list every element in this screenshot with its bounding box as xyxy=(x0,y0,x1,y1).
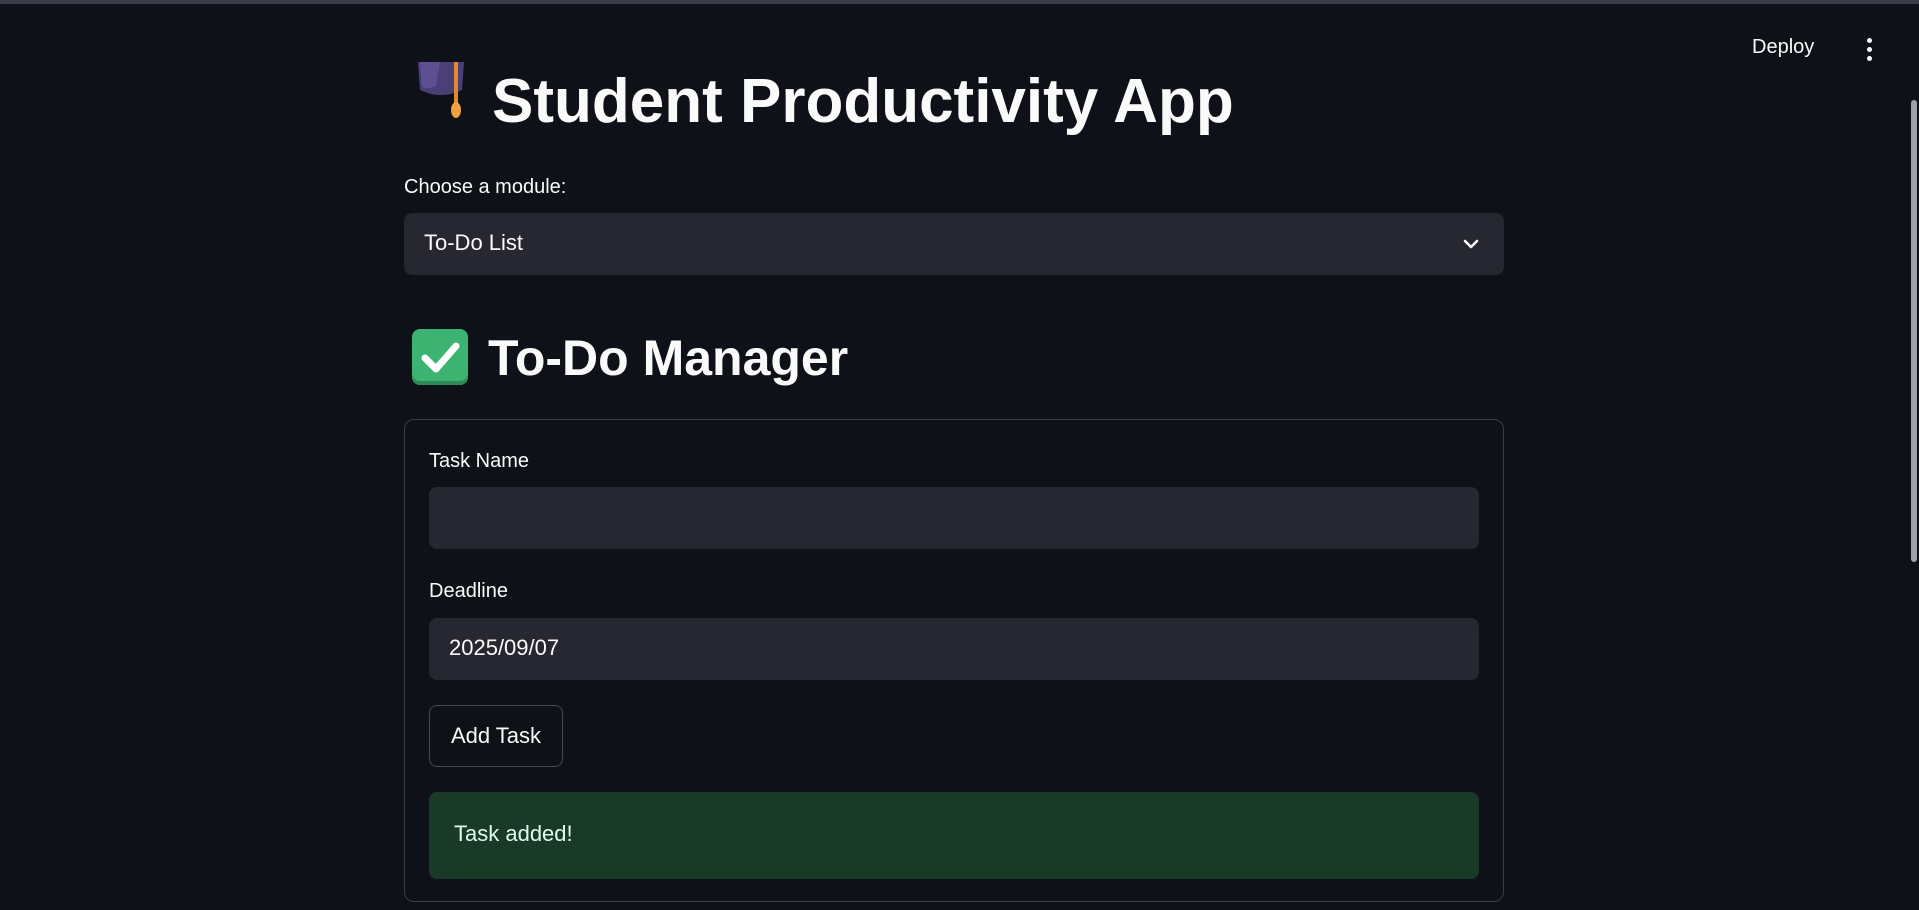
success-message: Task added! xyxy=(454,821,573,846)
deadline-date-input[interactable]: 2025/09/07 xyxy=(429,618,1479,680)
check-mark-button-icon xyxy=(412,328,468,385)
app-title-text: Student Productivity App xyxy=(492,67,1234,136)
todo-manager-title-text: To-Do Manager xyxy=(488,330,849,386)
task-name-label: Task Name xyxy=(429,450,530,472)
add-task-button[interactable]: Add Task xyxy=(429,705,563,767)
task-form: Task Name Deadline 2025/09/07 Add Task T… xyxy=(404,419,1504,902)
deadline-value: 2025/09/07 xyxy=(449,635,560,660)
app-title: Student Productivity App xyxy=(412,62,1234,142)
module-select[interactable]: To-Do List xyxy=(404,213,1504,275)
todo-manager-heading: To-Do Manager xyxy=(412,320,848,396)
module-select-value: To-Do List xyxy=(424,230,524,255)
page-scrollbar[interactable] xyxy=(1911,100,1917,562)
success-alert: Task added! xyxy=(429,792,1479,879)
kebab-menu-icon[interactable] xyxy=(1860,38,1878,68)
module-select-label: Choose a module: xyxy=(404,176,567,198)
deadline-label: Deadline xyxy=(429,580,508,602)
main-content: Student Productivity App Choose a module… xyxy=(404,0,1504,910)
deploy-button[interactable]: Deploy xyxy=(1752,36,1814,59)
task-name-input[interactable] xyxy=(429,487,1479,549)
chevron-down-icon xyxy=(1462,235,1480,253)
graduation-cap-icon xyxy=(412,62,470,132)
